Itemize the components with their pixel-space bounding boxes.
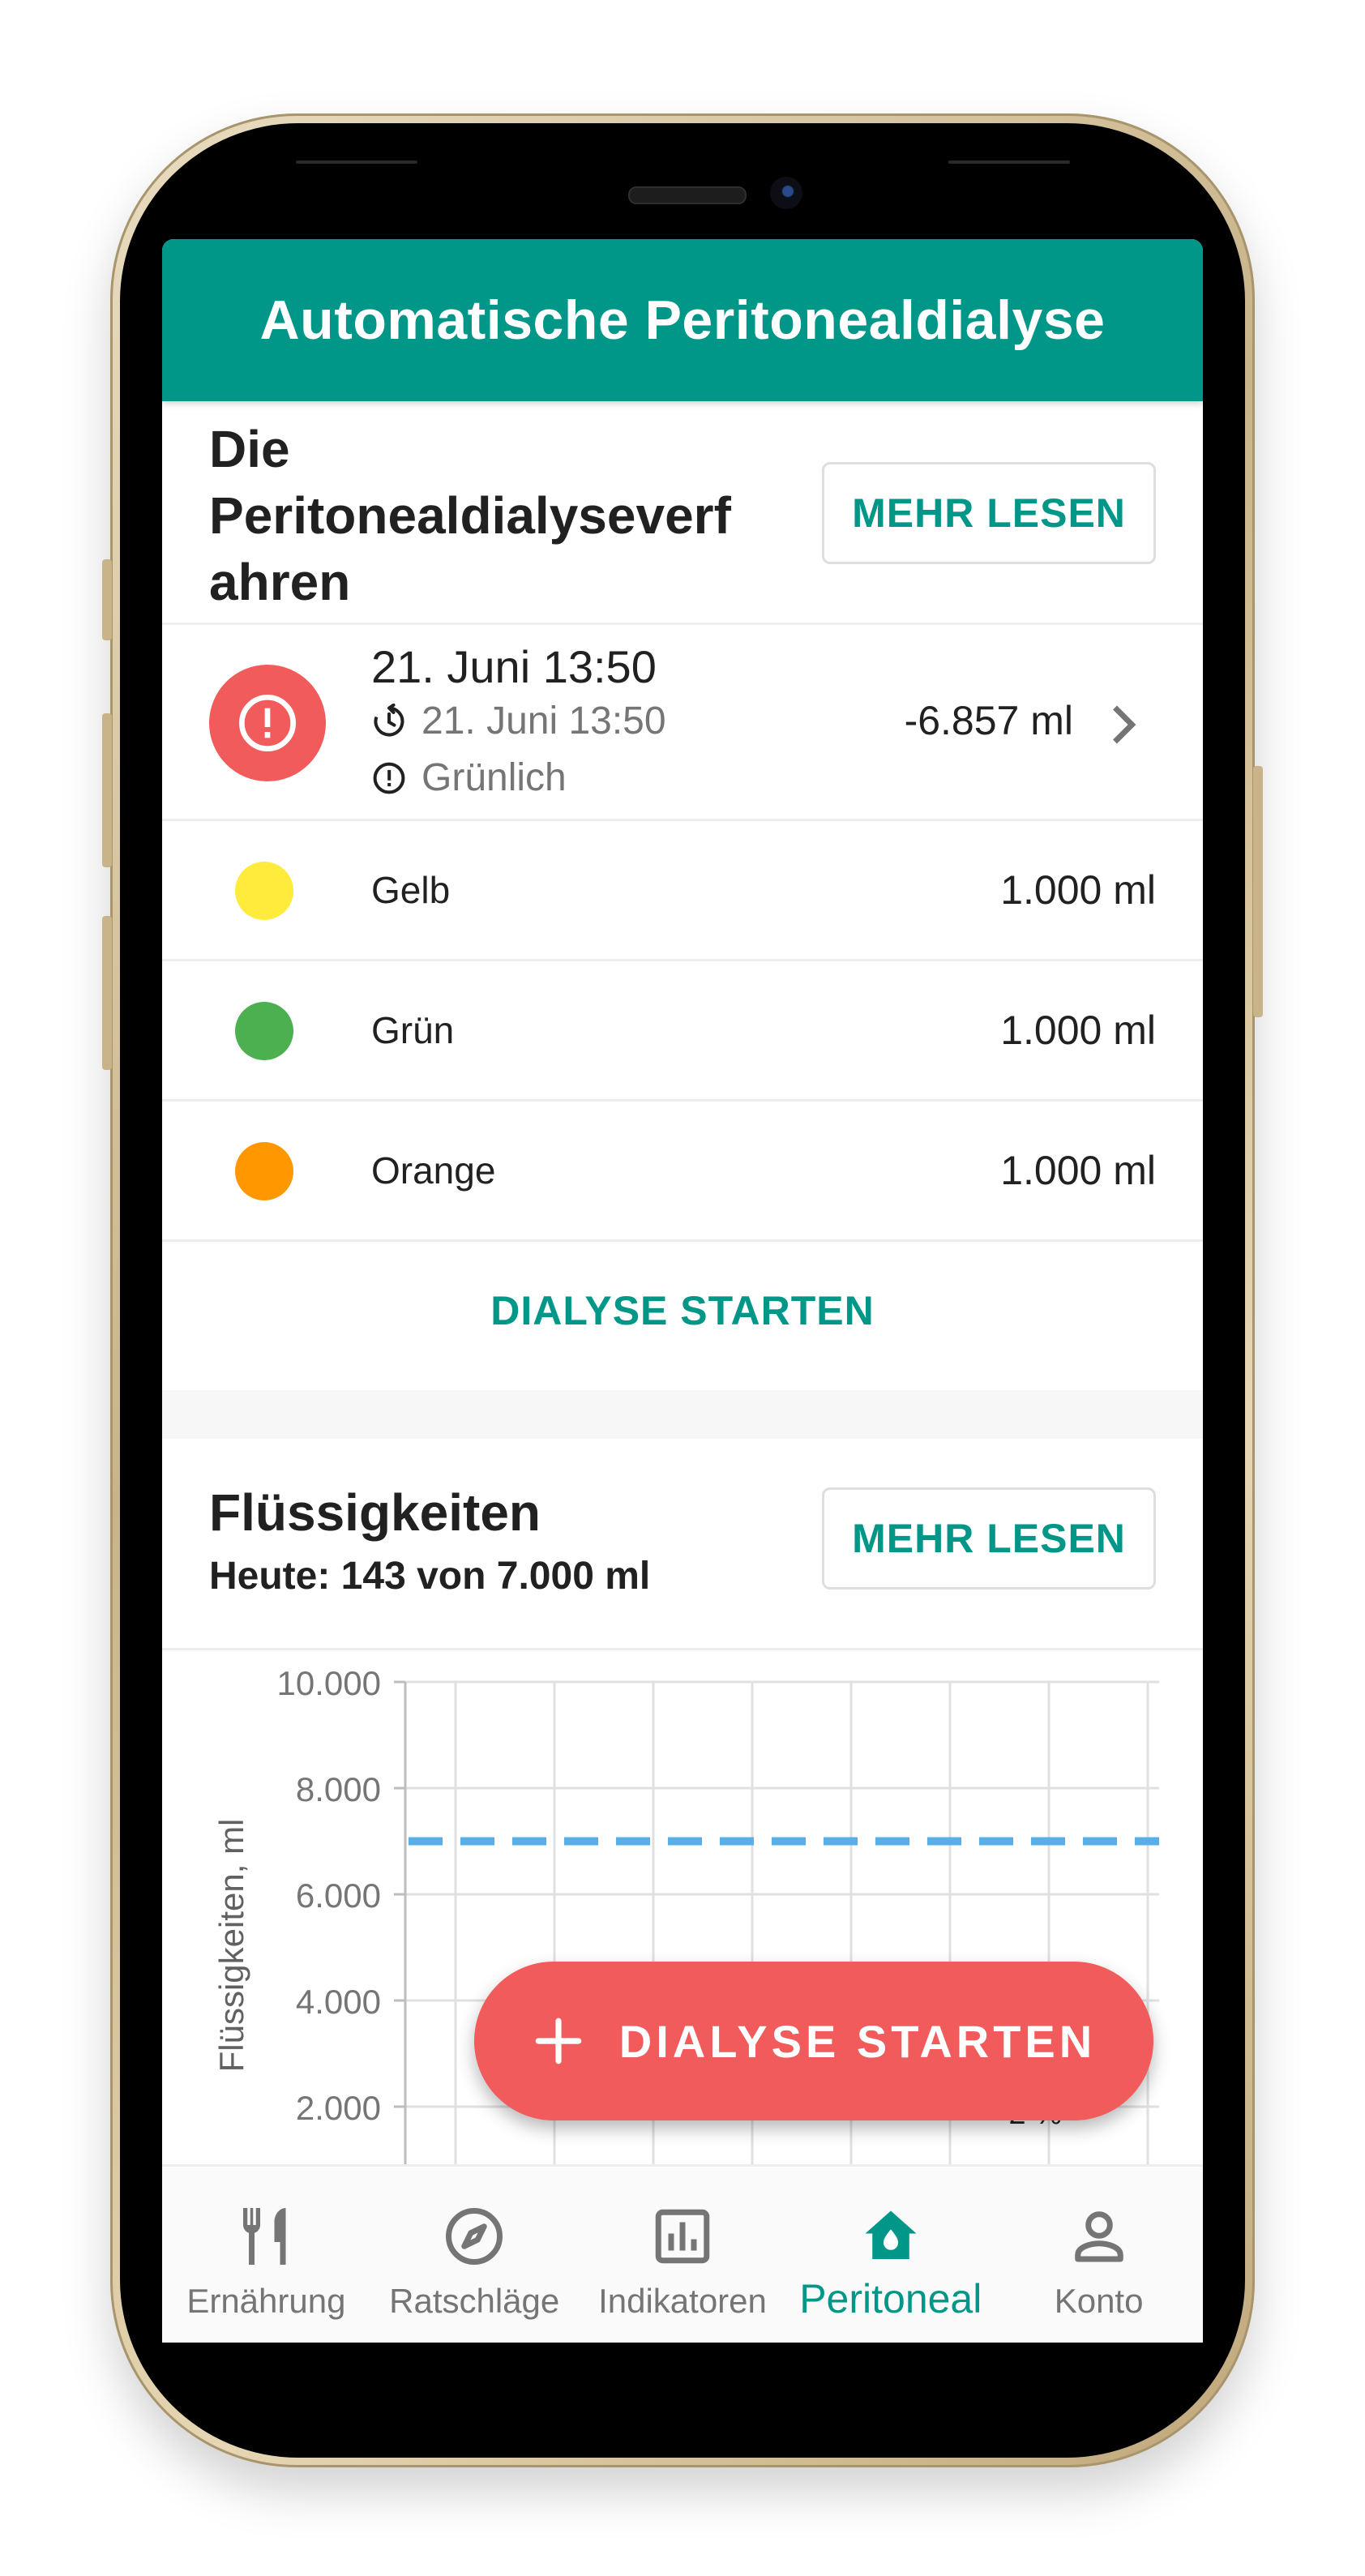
nav-label: Indikatoren [598, 2282, 767, 2320]
fluid-name: Gelb [371, 869, 451, 911]
antenna-line [296, 160, 417, 164]
fluid-name: Orange [371, 1149, 496, 1192]
drop-home-icon [865, 2210, 917, 2259]
y-tick-label: 8.000 [296, 1770, 381, 1808]
bottom-navigation: Ernährung Ratschläge Indikatoren Periton… [162, 2164, 1203, 2343]
app-bar: Automatische Peritonealdialyse [162, 239, 1203, 401]
plus-icon [535, 2018, 582, 2065]
nav-item-konto[interactable]: Konto [995, 2167, 1203, 2343]
y-axis-label: Flüssigkeiten, ml [212, 1819, 250, 2073]
person-icon [1074, 2211, 1123, 2262]
procedures-read-more-button[interactable]: MEHR LESEN [822, 462, 1156, 564]
app-bar-title: Automatische Peritonealdialyse [259, 289, 1106, 351]
mute-switch [102, 559, 112, 640]
nav-label: Peritoneal [799, 2276, 982, 2321]
antenna-line [948, 160, 1070, 164]
procedures-header: Die Peritonealdialyseverf ahren MEHR LES… [162, 401, 1203, 624]
nav-label: Konto [1054, 2282, 1144, 2320]
record-note: Grünlich [421, 756, 567, 799]
nav-label: Ernährung [186, 2282, 346, 2320]
y-tick-label: 2.000 [296, 2089, 381, 2127]
start-dialysis-fab[interactable]: DIALYSE STARTEN [474, 1962, 1153, 2120]
y-tick-label: 6.000 [296, 1876, 381, 1915]
liquids-subtitle: Heute: 143 von 7.000 ml [209, 1555, 651, 1598]
fluid-amount: 1.000 ml [1000, 1008, 1156, 1053]
dialysis-record-row[interactable]: 21. Juni 13:50 21. Juni 13:50 Grünlich -… [162, 624, 1203, 819]
liquids-title: Flüssigkeiten [209, 1483, 541, 1542]
orange-dot-icon [235, 1142, 293, 1200]
earpiece-speaker [628, 186, 747, 204]
record-time-line: 21. Juni 13:50 [371, 699, 666, 743]
fluid-amount: 1.000 ml [1000, 1148, 1156, 1193]
history-icon [374, 703, 404, 736]
y-tick-label: 4.000 [296, 1983, 381, 2021]
procedures-title: Die Peritonealdialyseverf ahren [209, 416, 731, 615]
procedures-title-line: Die [209, 420, 290, 478]
fluid-row-gelb: Gelb 1.000 ml [162, 821, 1203, 959]
compass-icon [446, 2208, 503, 2265]
yellow-dot-icon [235, 862, 293, 920]
fab-label: DIALYSE STARTEN [618, 2015, 1097, 2067]
fork-knife-icon [243, 2208, 286, 2265]
bar-chart-icon [655, 2209, 710, 2264]
app-screen: Automatische Peritonealdialyse Die Perit… [162, 239, 1203, 2343]
section-gap [162, 1390, 1203, 1439]
green-dot-icon [235, 1002, 293, 1060]
power-button [1253, 766, 1263, 1017]
volume-down-button [102, 916, 112, 1070]
fluid-name: Grün [371, 1009, 455, 1051]
procedures-title-line: ahren [209, 553, 351, 611]
liquids-read-more-button[interactable]: MEHR LESEN [822, 1487, 1156, 1590]
fluid-row-orange: Orange 1.000 ml [162, 1102, 1203, 1239]
nav-item-indikatoren[interactable]: Indikatoren [579, 2167, 787, 2343]
chevron-right-icon[interactable] [1107, 702, 1140, 747]
alert-icon [239, 695, 296, 751]
nav-item-peritoneal[interactable]: Peritoneal [786, 2167, 995, 2343]
fluid-row-gruen: Grün 1.000 ml [162, 961, 1203, 1099]
record-note-line: Grünlich [371, 755, 567, 800]
fluid-amount: 1.000 ml [1000, 867, 1156, 913]
front-camera [770, 177, 802, 209]
procedures-title-line: Peritonealdialyseverf [209, 486, 731, 545]
record-value: -6.857 ml [904, 698, 1073, 743]
nav-label: Ratschläge [389, 2282, 560, 2320]
y-tick-label: 10.000 [277, 1664, 381, 1702]
record-title: 21. Juni 13:50 [371, 641, 657, 692]
volume-up-button [102, 713, 112, 867]
info-alert-icon [373, 762, 405, 794]
start-dialysis-link[interactable]: DIALYSE STARTEN [162, 1242, 1203, 1380]
nav-item-ernaehrung[interactable]: Ernährung [162, 2167, 370, 2343]
nav-item-ratschlaege[interactable]: Ratschläge [370, 2167, 579, 2343]
alert-status-badge [209, 665, 326, 781]
record-time: 21. Juni 13:50 [421, 700, 666, 742]
